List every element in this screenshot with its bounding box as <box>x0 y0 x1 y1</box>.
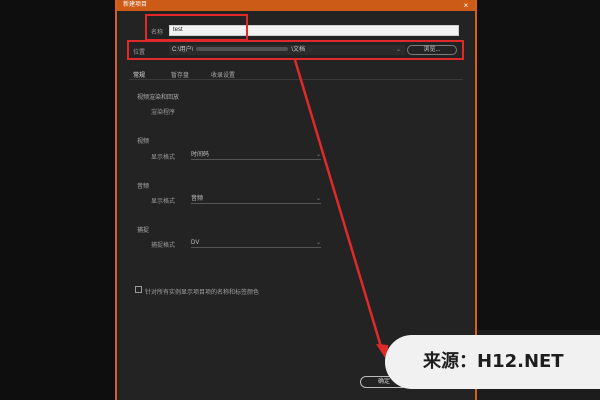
renderer-select <box>191 106 321 115</box>
show-labels-checkbox[interactable] <box>135 286 142 293</box>
tab-scratch-disks[interactable]: 暂存盘 <box>171 70 189 79</box>
capture-format-value: DV <box>191 240 200 246</box>
chevron-down-icon: ⌄ <box>315 240 321 246</box>
audio-format-value: 音频 <box>191 196 204 202</box>
tab-divider <box>129 79 463 80</box>
capture-section: 捕捉 <box>137 228 150 234</box>
close-icon[interactable]: × <box>461 0 471 11</box>
video-render-section: 视频渲染和回放 <box>137 95 180 101</box>
highlight-box-location <box>127 40 464 60</box>
audio-format-label: 显示格式 <box>151 199 176 205</box>
audio-format-select[interactable]: 音频 ⌄ <box>191 195 321 204</box>
video-format-value: 时间码 <box>191 152 210 158</box>
capture-format-label: 捕捉格式 <box>151 243 176 249</box>
video-format-label: 显示格式 <box>151 155 176 161</box>
video-section: 视频 <box>137 139 150 145</box>
highlight-box-name <box>145 14 248 41</box>
source-watermark: 来源：H12.NET <box>385 335 600 389</box>
chevron-down-icon: ⌄ <box>315 152 321 158</box>
video-format-select[interactable]: 时间码 ⌄ <box>191 151 321 160</box>
capture-format-select[interactable]: DV ⌄ <box>191 239 321 248</box>
dialog-title: 新建项目 <box>123 2 148 8</box>
dialog-titlebar: 新建项目 × <box>117 0 475 11</box>
renderer-label: 渲染程序 <box>151 110 176 116</box>
chevron-down-icon: ⌄ <box>315 196 321 202</box>
audio-section: 音频 <box>137 184 150 190</box>
show-labels-label: 针对所有实例显示项目项的名称和标签颜色 <box>145 290 260 296</box>
background-panel-left <box>0 0 115 400</box>
tab-ingest-settings[interactable]: 收录设置 <box>211 70 235 79</box>
